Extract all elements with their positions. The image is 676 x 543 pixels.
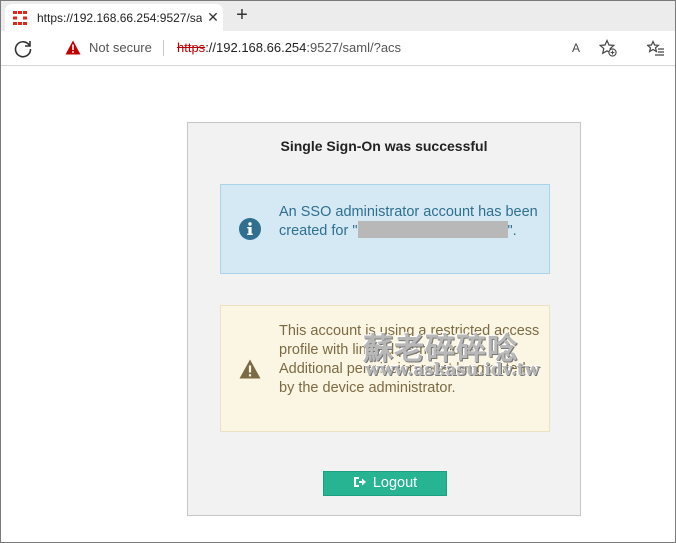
redacted-username [357, 221, 508, 238]
not-secure-warning-icon[interactable] [65, 40, 81, 55]
new-tab-button[interactable]: + [231, 5, 253, 27]
active-tab[interactable]: https://192.168.66.254:9527/saml/?acs ✕ [5, 4, 223, 31]
logout-icon [353, 477, 366, 487]
close-tab-icon[interactable]: ✕ [205, 9, 221, 25]
fortinet-icon [13, 11, 27, 25]
browser-window: https://192.168.66.254:9527/saml/?acs ✕ … [0, 0, 676, 543]
warning-icon [239, 359, 261, 379]
warning-message: This account is using a restricted acces… [279, 323, 540, 396]
warning-alert: This account is using a restricted acces… [220, 305, 550, 432]
tab-title: https://192.168.66.254:9527/saml/?acs [37, 11, 202, 25]
logout-button[interactable]: Logout [323, 471, 447, 496]
sso-result-card: Single Sign-On was successful An SSO adm… [187, 122, 581, 516]
address-divider [163, 40, 164, 56]
reload-icon[interactable] [11, 37, 35, 61]
url-host: ://192.168.66.254 [205, 40, 307, 55]
page-title: Single Sign-On was successful [280, 138, 488, 154]
add-favorite-icon[interactable] [599, 39, 617, 57]
url-scheme: https [177, 40, 206, 55]
info-icon [239, 218, 261, 240]
tab-strip: https://192.168.66.254:9527/saml/?acs ✕ … [1, 1, 675, 31]
read-aloud-icon[interactable]: A [567, 39, 585, 57]
security-status[interactable]: Not secure [89, 40, 152, 56]
info-message: An SSO administrator account has been cr… [279, 203, 541, 240]
info-alert: An SSO administrator account has been cr… [220, 184, 550, 274]
address-bar[interactable]: Not secure https://192.168.66.254:9527/s… [51, 34, 627, 62]
browser-toolbar: Not secure https://192.168.66.254:9527/s… [1, 31, 675, 66]
logout-label: Logout [372, 475, 418, 491]
favorites-icon[interactable] [647, 40, 665, 58]
page-content: Single Sign-On was successful An SSO adm… [1, 67, 675, 542]
url-text[interactable]: https://192.168.66.254:9527/saml/?acs [177, 40, 401, 56]
url-path: :9527/saml/?acs [306, 40, 402, 55]
info-message-end: ". [507, 223, 517, 239]
